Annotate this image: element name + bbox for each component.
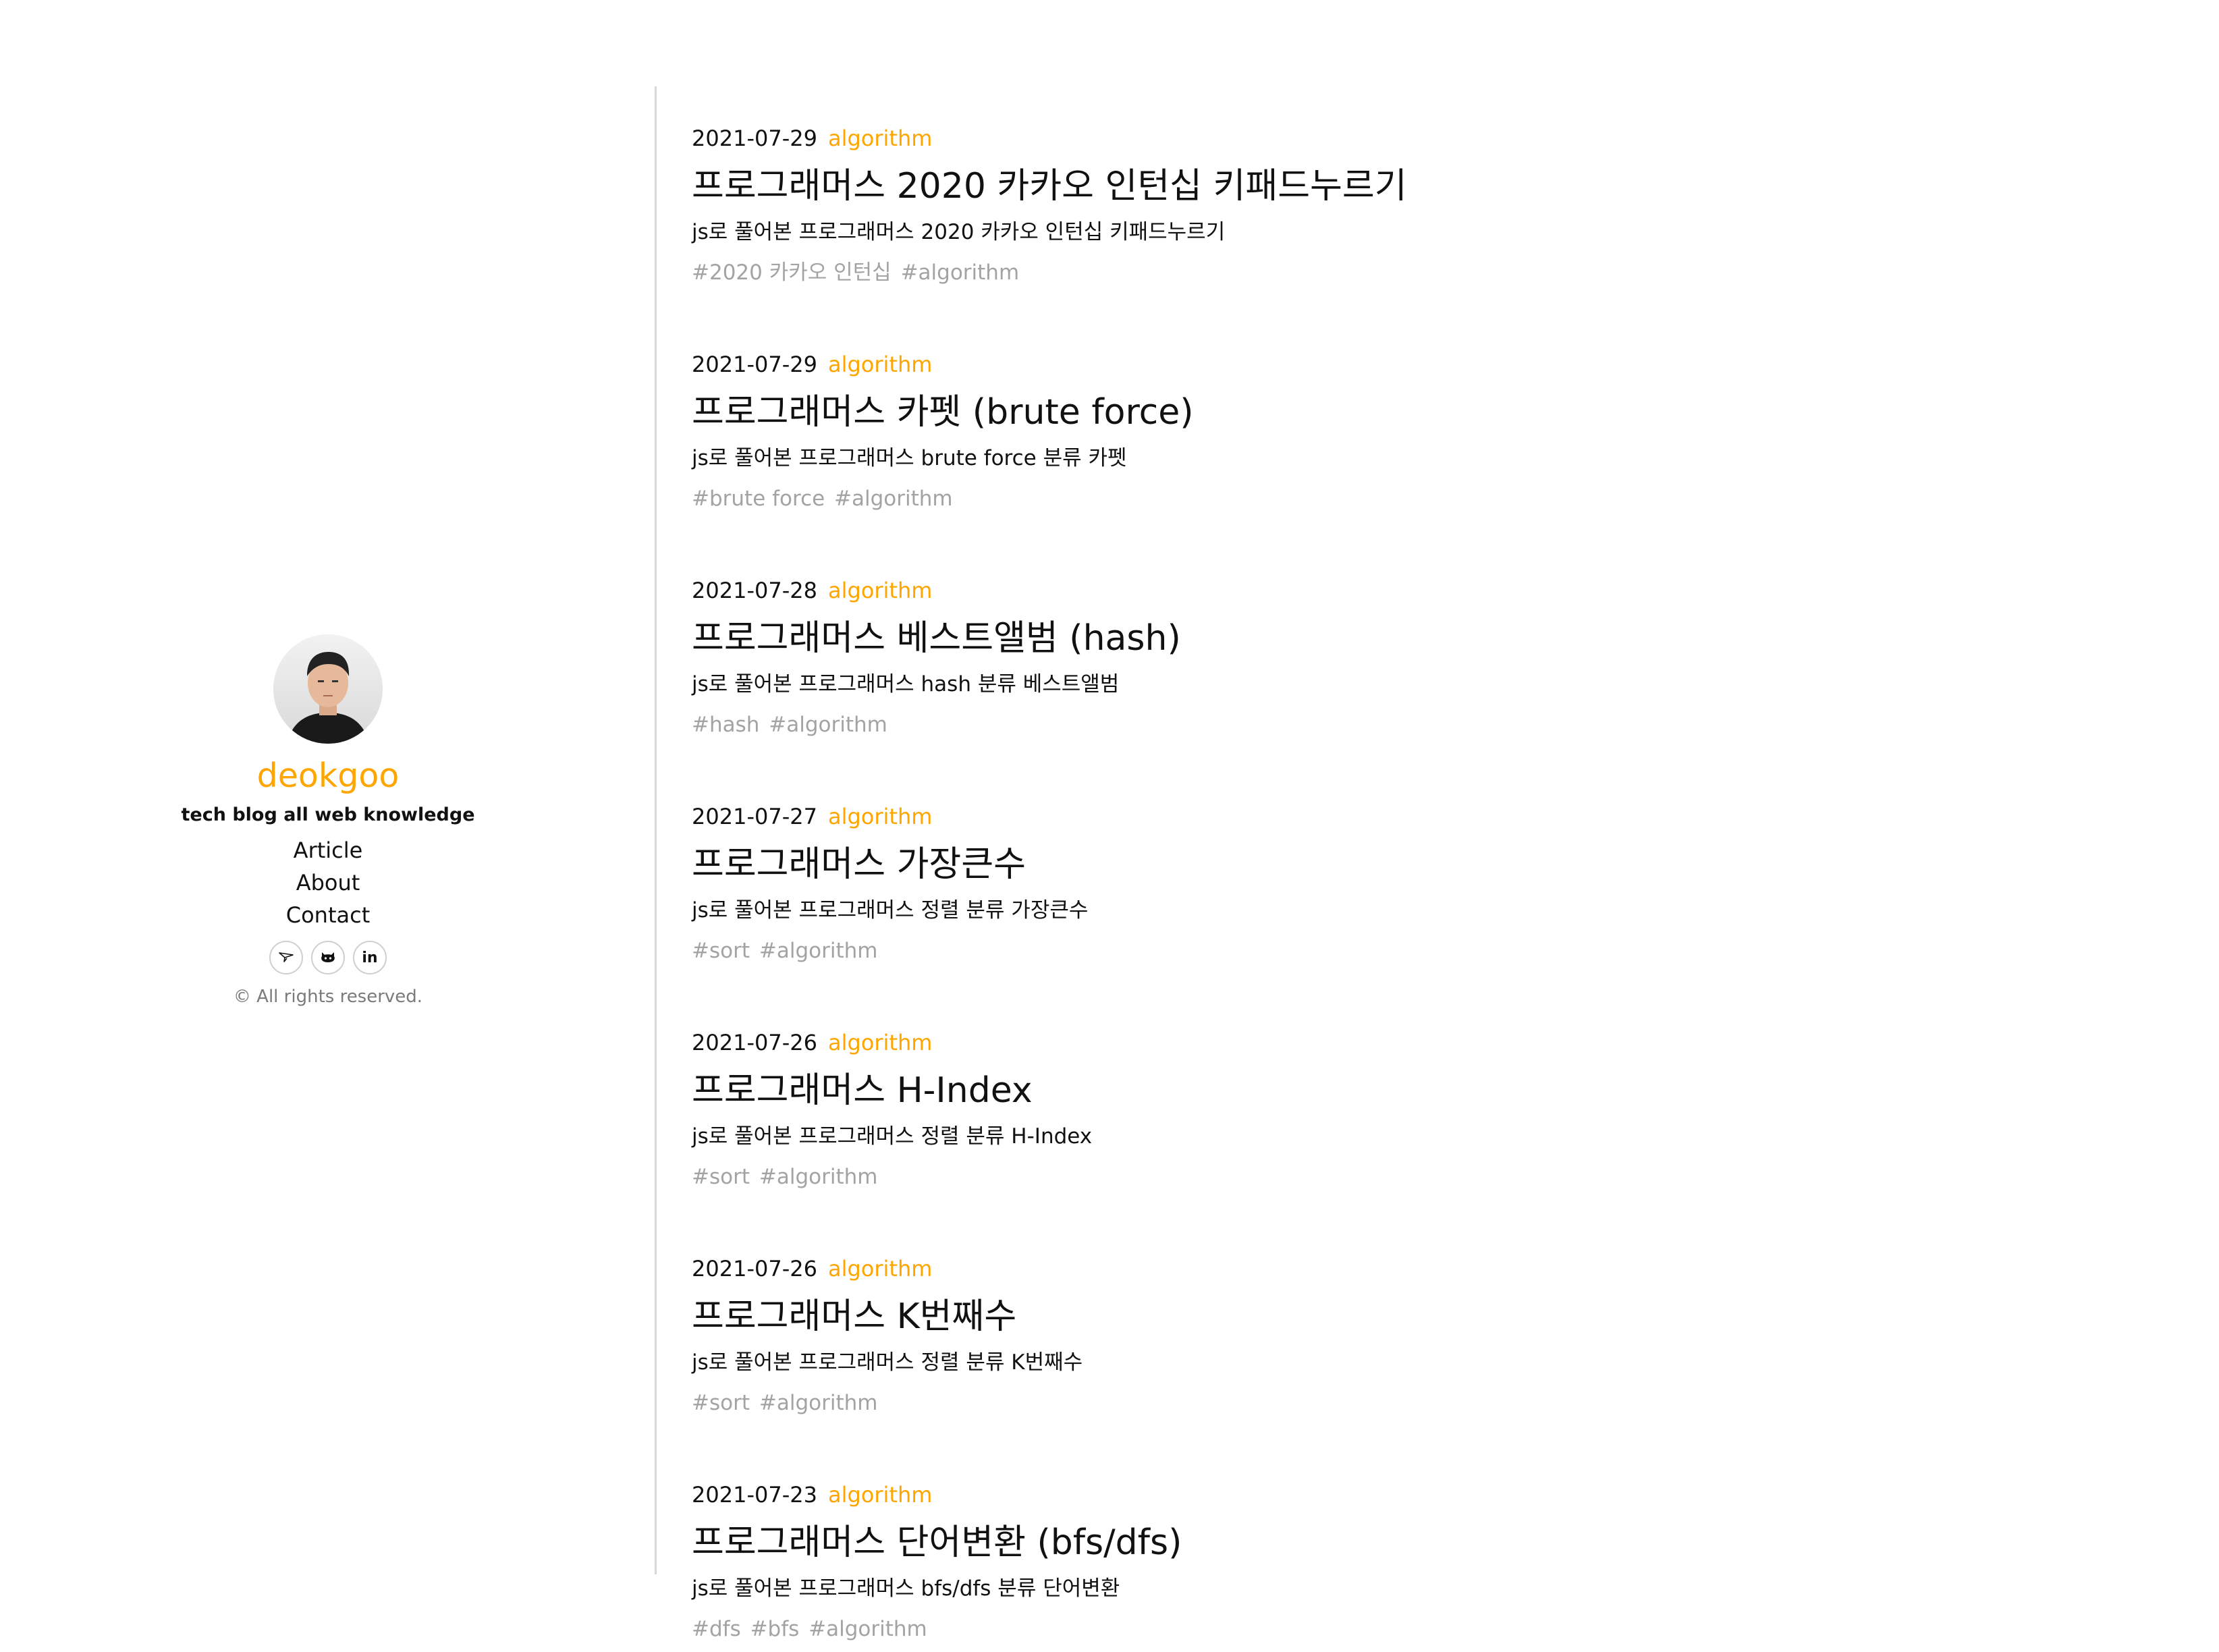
post-tag[interactable]: #algorithm <box>759 1165 878 1189</box>
post-meta: 2021-07-23 algorithm <box>692 1478 2143 1512</box>
post-title-link[interactable]: 프로그래머스 베스트앨범 (hash) <box>692 611 2143 665</box>
main-nav: Article About Contact <box>286 834 371 931</box>
post-title-link[interactable]: 프로그래머스 카펫 (brute force) <box>692 385 2143 439</box>
post-tags: #sort #algorithm <box>692 1381 2143 1425</box>
mail-link[interactable] <box>269 941 303 974</box>
post-description: js로 풀어본 프로그래머스 hash 분류 베스트앨범 <box>692 672 1120 696</box>
post-tag[interactable]: #sort <box>692 1165 750 1189</box>
post-tag[interactable]: #sort <box>692 939 750 963</box>
copyright: © All rights reserved. <box>233 987 423 1007</box>
post-tags: #2020 카카오 인턴십 #algorithm <box>692 251 2143 294</box>
post-meta: 2021-07-28 algorithm <box>692 574 2143 607</box>
post-tag[interactable]: #algorithm <box>901 260 1020 285</box>
post-meta: 2021-07-29 algorithm <box>692 348 2143 381</box>
post-title-link[interactable]: 프로그래머스 K번째수 <box>692 1290 2143 1344</box>
post-date: 2021-07-27 <box>692 804 817 829</box>
sidebar-divider <box>655 86 657 1574</box>
post-date: 2021-07-26 <box>692 1256 817 1282</box>
post-item: 2021-07-26 algorithm 프로그래머스 H-Index js로 풀… <box>692 1026 2143 1252</box>
post-tags: #sort #algorithm <box>692 929 2143 972</box>
github-icon <box>321 952 335 962</box>
post-category-link[interactable]: algorithm <box>828 1482 932 1508</box>
post-tags: #dfs #bfs #algorithm <box>692 1607 2143 1651</box>
post-item: 2021-07-28 algorithm 프로그래머스 베스트앨범 (hash) … <box>692 574 2143 800</box>
blog-page: deokgoo tech blog all web knowledge Arti… <box>0 0 2219 1652</box>
post-item: 2021-07-29 algorithm 프로그래머스 카펫 (brute for… <box>692 348 2143 574</box>
social-links: in <box>269 941 387 974</box>
post-title-link[interactable]: 프로그래머스 가장큰수 <box>692 837 2143 891</box>
post-description: js로 풀어본 프로그래머스 정렬 분류 가장큰수 <box>692 898 1089 923</box>
linkedin-icon: in <box>362 949 378 966</box>
github-link[interactable] <box>311 941 345 974</box>
post-meta: 2021-07-29 algorithm <box>692 121 2143 155</box>
post-date: 2021-07-28 <box>692 578 817 603</box>
post-description: js로 풀어본 프로그래머스 2020 카카오 인턴십 키패드누르기 <box>692 220 1226 244</box>
nav-item-contact[interactable]: Contact <box>286 899 371 931</box>
mail-icon <box>279 952 294 962</box>
post-category-link[interactable]: algorithm <box>828 126 932 151</box>
post-tag[interactable]: #algorithm <box>834 487 953 511</box>
post-meta: 2021-07-27 algorithm <box>692 800 2143 833</box>
post-tags: #sort #algorithm <box>692 1155 2143 1199</box>
post-category-link[interactable]: algorithm <box>828 804 932 829</box>
post-description: js로 풀어본 프로그래머스 bfs/dfs 분류 단어변환 <box>692 1576 1120 1601</box>
post-tag[interactable]: #hash <box>692 713 759 737</box>
post-item: 2021-07-27 algorithm 프로그래머스 가장큰수 js로 풀어본 … <box>692 800 2143 1026</box>
post-tag[interactable]: #sort <box>692 1391 750 1415</box>
avatar-photo <box>273 634 383 744</box>
nav-item-article[interactable]: Article <box>294 834 363 866</box>
post-category-link[interactable]: algorithm <box>828 1256 932 1282</box>
avatar[interactable] <box>273 634 383 744</box>
post-item: 2021-07-29 algorithm 프로그래머스 2020 카카오 인턴십 … <box>692 121 2143 348</box>
post-tags: #hash #algorithm <box>692 703 2143 746</box>
post-meta: 2021-07-26 algorithm <box>692 1026 2143 1059</box>
post-item: 2021-07-26 algorithm 프로그래머스 K번째수 js로 풀어본 … <box>692 1252 2143 1478</box>
post-tag[interactable]: #2020 카카오 인턴십 <box>692 260 892 285</box>
post-item: 2021-07-23 algorithm 프로그래머스 단어변환 (bfs/dfs… <box>692 1478 2143 1652</box>
post-list: 2021-07-29 algorithm 프로그래머스 2020 카카오 인턴십 … <box>692 121 2143 1652</box>
post-tag[interactable]: #brute force <box>692 487 825 511</box>
post-tag[interactable]: #algorithm <box>809 1617 927 1641</box>
post-meta: 2021-07-26 algorithm <box>692 1252 2143 1286</box>
post-title-link[interactable]: 프로그래머스 단어변환 (bfs/dfs) <box>692 1516 2143 1570</box>
post-date: 2021-07-23 <box>692 1482 817 1508</box>
blog-bio: tech blog all web knowledge <box>181 804 475 825</box>
linkedin-link[interactable]: in <box>353 941 387 974</box>
post-date: 2021-07-29 <box>692 126 817 151</box>
post-category-link[interactable]: algorithm <box>828 1030 932 1055</box>
post-description: js로 풀어본 프로그래머스 정렬 분류 K번째수 <box>692 1350 1083 1375</box>
post-description: js로 풀어본 프로그래머스 brute force 분류 카펫 <box>692 446 1127 470</box>
post-date: 2021-07-26 <box>692 1030 817 1055</box>
post-title-link[interactable]: 프로그래머스 2020 카카오 인턴십 키패드누르기 <box>692 159 2143 213</box>
post-title-link[interactable]: 프로그래머스 H-Index <box>692 1064 2143 1118</box>
post-description: js로 풀어본 프로그래머스 정렬 분류 H-Index <box>692 1124 1093 1149</box>
post-date: 2021-07-29 <box>692 352 817 377</box>
post-tag[interactable]: #bfs <box>750 1617 800 1641</box>
post-tag[interactable]: #algorithm <box>769 713 887 737</box>
nav-item-about[interactable]: About <box>296 866 360 899</box>
post-tag[interactable]: #dfs <box>692 1617 741 1641</box>
author-name[interactable]: deokgoo <box>257 754 400 798</box>
post-category-link[interactable]: algorithm <box>828 352 932 377</box>
post-tag[interactable]: #algorithm <box>759 1391 878 1415</box>
profile-sidebar: deokgoo tech blog all web knowledge Arti… <box>126 634 530 1008</box>
post-category-link[interactable]: algorithm <box>828 578 932 603</box>
post-tag[interactable]: #algorithm <box>759 939 878 963</box>
post-tags: #brute force #algorithm <box>692 477 2143 520</box>
